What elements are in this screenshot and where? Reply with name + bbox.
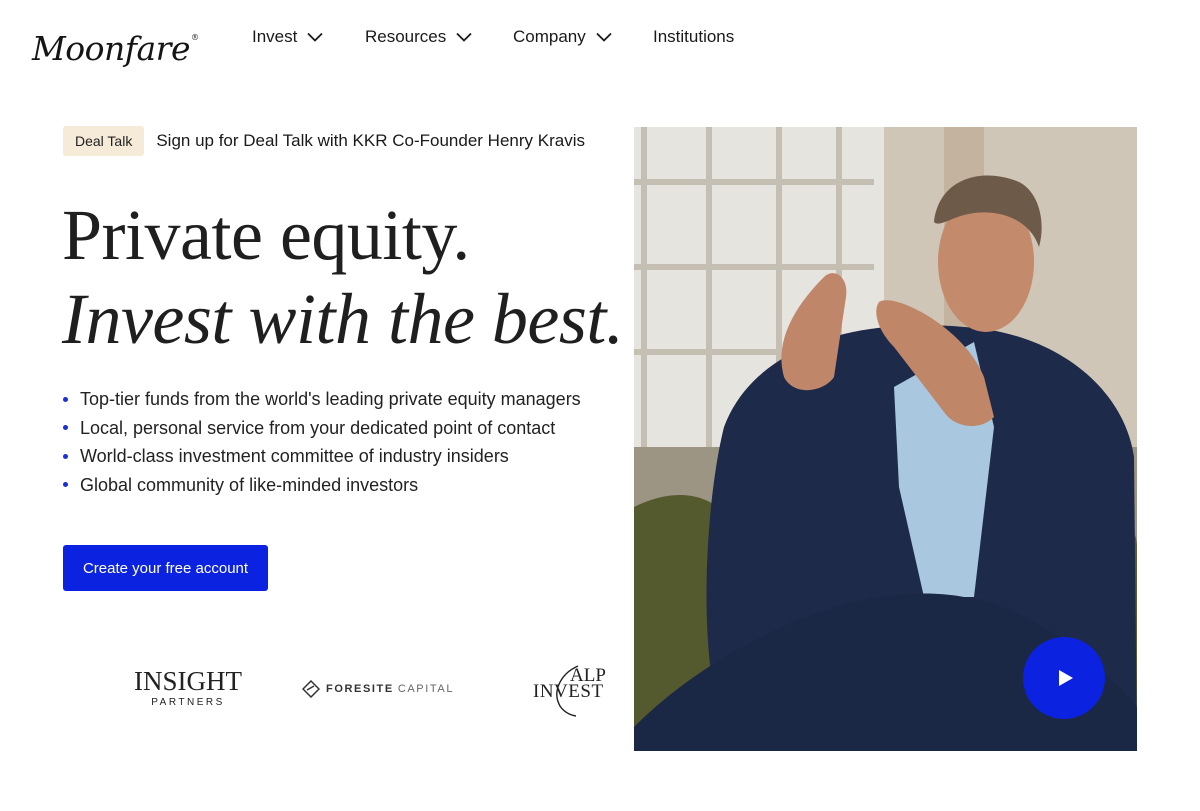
bullet-icon: [63, 453, 68, 459]
foresite-logo-bold: FORESITE: [326, 683, 394, 695]
create-account-button[interactable]: Create your free account: [63, 545, 268, 591]
logo-text: Moonfare: [32, 29, 190, 68]
hero-video[interactable]: [634, 127, 1137, 751]
bullet-icon: [63, 425, 68, 431]
play-icon: [1059, 670, 1073, 686]
nav-company[interactable]: Company: [513, 27, 612, 47]
alpinvest-logo-bottom: INVEST: [533, 681, 604, 702]
feature-text: Top-tier funds from the world's leading …: [80, 389, 581, 409]
list-item: Top-tier funds from the world's leading …: [62, 385, 581, 414]
announcement-bar[interactable]: Deal Talk Sign up for Deal Talk with KKR…: [63, 126, 585, 156]
announcement-link[interactable]: Sign up for Deal Talk with KKR Co-Founde…: [156, 131, 585, 151]
nav-invest[interactable]: Invest: [252, 27, 323, 47]
feature-text: Local, personal service from your dedica…: [80, 417, 556, 438]
deal-talk-badge: Deal Talk: [63, 126, 145, 156]
foresite-capital-logo: FORESITE CAPITAL: [302, 680, 454, 698]
nav-resources-label: Resources: [365, 27, 447, 46]
hero-headline-line1: Private equity.: [62, 195, 470, 275]
bullet-icon: [63, 482, 68, 488]
nav-invest-label: Invest: [252, 27, 298, 46]
nav-resources[interactable]: Resources: [365, 27, 472, 47]
insight-logo-sub: PARTNERS: [151, 697, 225, 708]
alpinvest-logo: ALP INVEST: [533, 665, 606, 717]
registered-mark: ®: [190, 33, 199, 42]
insight-partners-logo: INSIGHT PARTNERS: [133, 666, 243, 708]
bullet-icon: [63, 396, 68, 402]
site-header: Moonfare® Invest Resources Company Insti…: [0, 0, 1200, 80]
chevron-down-icon: [307, 32, 323, 42]
chevron-down-icon: [456, 32, 472, 42]
moonfare-logo[interactable]: Moonfare®: [32, 18, 199, 69]
list-item: World-class investment committee of indu…: [62, 442, 581, 471]
play-button[interactable]: [1023, 637, 1105, 719]
insight-logo-main: INSIGHT: [134, 666, 242, 696]
chevron-down-icon: [596, 32, 612, 42]
nav-company-label: Company: [513, 27, 586, 46]
foresite-logo-light: CAPITAL: [397, 683, 455, 695]
list-item: Local, personal service from your dedica…: [62, 414, 581, 443]
list-item: Global community of like-minded investor…: [62, 471, 581, 500]
nav-institutions-label: Institutions: [653, 27, 735, 46]
hero-headline-line2: Invest with the best.: [62, 279, 624, 359]
feature-text: Global community of like-minded investor…: [80, 474, 419, 495]
feature-list: Top-tier funds from the world's leading …: [62, 385, 581, 499]
partner-logos: INSIGHT PARTNERS FORESITE CAPITAL ALP IN…: [0, 650, 620, 730]
feature-text: World-class investment committee of indu…: [80, 446, 509, 466]
foresite-diamond-icon: [302, 680, 320, 698]
nav-institutions[interactable]: Institutions: [653, 27, 734, 47]
